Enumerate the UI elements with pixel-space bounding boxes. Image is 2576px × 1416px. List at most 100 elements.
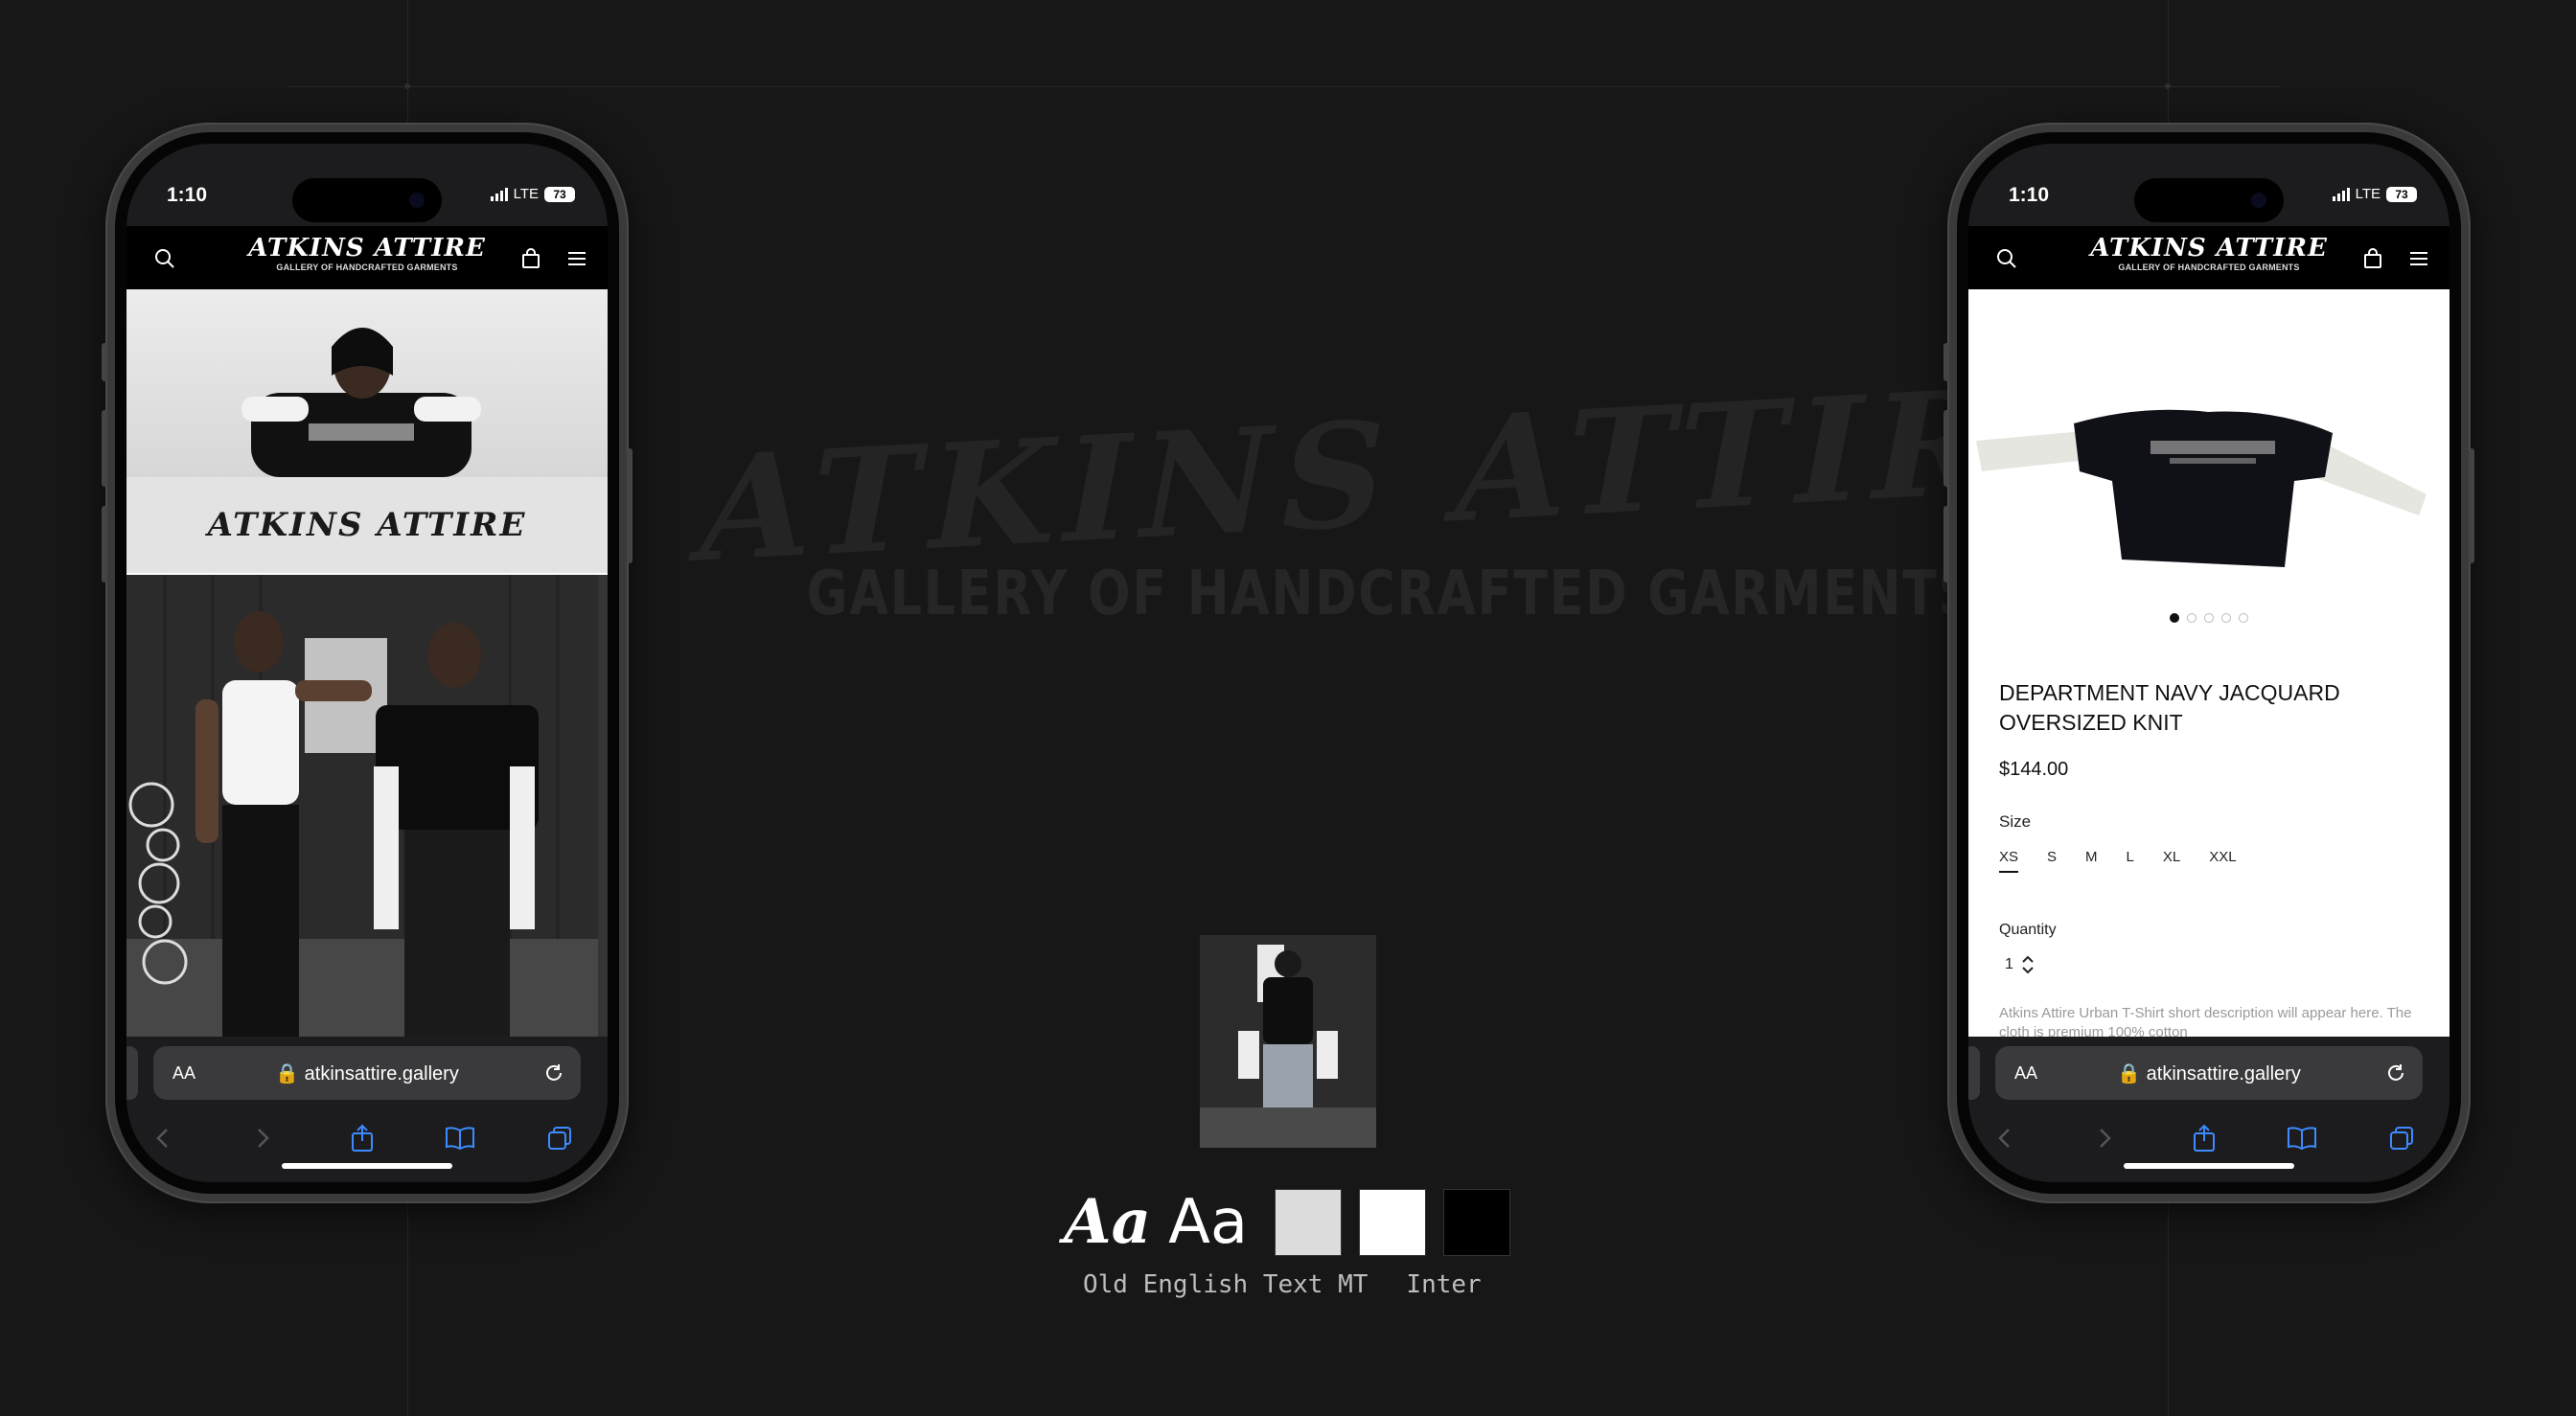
carousel-dot[interactable] (2239, 613, 2248, 623)
back-icon[interactable] (144, 1119, 182, 1157)
status-time: 1:10 (167, 184, 208, 206)
size-option-xxl[interactable]: XXL (2209, 849, 2236, 873)
body-font-name: Inter (1406, 1270, 1482, 1299)
swatch-black (1443, 1189, 1511, 1256)
share-icon[interactable] (343, 1119, 381, 1157)
battery-icon: 73 (2386, 186, 2417, 202)
reload-icon[interactable] (542, 1062, 565, 1085)
site-logo[interactable]: ATKINS ATTIRE GALLERY OF HANDCRAFTED GAR… (2090, 234, 2328, 272)
quantity-label: Quantity (1999, 922, 2057, 938)
url-value: atkinsattire.gallery (2146, 1062, 2301, 1085)
swatch-light-grey (1275, 1189, 1343, 1256)
right-phone: 1:10 LTE 73 ATKINS ATTIRE GALLERY OF HAN… (1944, 123, 2474, 1203)
bookmarks-icon[interactable] (441, 1119, 479, 1157)
menu-icon[interactable] (2405, 245, 2432, 272)
guide-dot (404, 83, 410, 89)
display-font-sample: Aa (1064, 1186, 1152, 1258)
guide-line-top (288, 86, 2281, 87)
search-icon[interactable] (1993, 245, 2020, 272)
lock-icon: 🔒 (275, 1062, 300, 1085)
reader-aa-button[interactable]: AA (2014, 1063, 2037, 1084)
watermark-brand: ATKINS ATTIRE (700, 351, 2122, 595)
dynamic-island (292, 178, 442, 222)
home-indicator (2124, 1163, 2294, 1169)
reload-icon[interactable] (2384, 1062, 2407, 1085)
address-bar[interactable]: AA 🔒 atkinsattire.gallery (1995, 1046, 2423, 1100)
search-icon[interactable] (151, 245, 178, 272)
size-option-m[interactable]: M (2085, 849, 2098, 873)
power-button (627, 448, 632, 563)
network-label: LTE (2355, 186, 2380, 202)
logo-brand: ATKINS ATTIRE (248, 234, 486, 263)
quantity-value: 1 (2005, 956, 2013, 972)
power-button (2469, 448, 2474, 563)
brand-watermark: ATKINS ATTIRE GALLERY OF HANDCRAFTED GAR… (700, 352, 2121, 632)
logo-tagline: GALLERY OF HANDCRAFTED GARMENTS (276, 263, 458, 272)
menu-icon[interactable] (564, 245, 590, 272)
left-phone-screen: 1:10 LTE 73 ATKINS ATTIRE GALLERY OF HAN… (126, 144, 608, 1182)
shopping-bag-icon[interactable] (2359, 245, 2386, 272)
forward-icon[interactable] (2085, 1119, 2124, 1157)
volume-up-button (1944, 410, 1949, 487)
carousel-dot[interactable] (2221, 613, 2231, 623)
product-image[interactable] (1968, 289, 2450, 605)
right-phone-screen: 1:10 LTE 73 ATKINS ATTIRE GALLERY OF HAN… (1968, 144, 2450, 1182)
left-phone: 1:10 LTE 73 ATKINS ATTIRE GALLERY OF HAN… (102, 123, 632, 1203)
url-value: atkinsattire.gallery (304, 1062, 459, 1085)
style-specimen: Aa Aa (1064, 1184, 1511, 1261)
back-icon[interactable] (1986, 1119, 2024, 1157)
reader-aa-button[interactable]: AA (172, 1063, 196, 1084)
homepage-content: ATKINS ATTIRE (126, 289, 608, 1037)
body-font-sample: Aa (1168, 1187, 1249, 1258)
safari-browser-bar: AA 🔒 atkinsattire.gallery (1968, 1037, 2450, 1182)
network-label: LTE (513, 186, 539, 202)
product-page: DEPARTMENT NAVY JACQUARD OVERSIZED KNIT … (1968, 289, 2450, 1037)
swatch-white (1359, 1189, 1427, 1256)
browser-toolbar (126, 1113, 608, 1161)
font-names: Old English Text MT Inter (1083, 1270, 1520, 1299)
url-text: 🔒 atkinsattire.gallery (153, 1062, 581, 1085)
size-option-l[interactable]: L (2127, 849, 2134, 873)
display-font-name: Old English Text MT (1083, 1270, 1368, 1299)
bookmarks-icon[interactable] (2283, 1119, 2321, 1157)
site-logo[interactable]: ATKINS ATTIRE GALLERY OF HANDCRAFTED GAR… (248, 234, 486, 272)
size-option-s[interactable]: S (2047, 849, 2057, 873)
size-options: XS S M L XL XXL (1999, 849, 2237, 873)
watermark-tagline: GALLERY OF HANDCRAFTED GARMENTS (806, 559, 1976, 629)
carousel-dot[interactable] (2170, 613, 2179, 623)
banner-brand-text: ATKINS ATTIRE (207, 506, 527, 544)
carousel-dot[interactable] (2187, 613, 2196, 623)
product-price: $144.00 (1999, 759, 2069, 780)
forward-icon[interactable] (243, 1119, 282, 1157)
lookbook-image[interactable] (126, 575, 608, 1037)
volume-up-button (102, 410, 107, 487)
volume-down-button (1944, 506, 1949, 582)
image-carousel-dots (1968, 613, 2450, 623)
stepper-arrows-icon[interactable] (2021, 954, 2035, 975)
browser-toolbar (1968, 1113, 2450, 1161)
brand-banner: ATKINS ATTIRE (126, 477, 608, 573)
size-option-xs[interactable]: XS (1999, 849, 2019, 873)
logo-tagline: GALLERY OF HANDCRAFTED GARMENTS (2118, 263, 2300, 272)
product-title: DEPARTMENT NAVY JACQUARD OVERSIZED KNIT (1999, 680, 2340, 735)
battery-icon: 73 (544, 186, 575, 202)
share-icon[interactable] (2185, 1119, 2223, 1157)
lock-icon: 🔒 (2117, 1062, 2142, 1085)
dynamic-island (2134, 178, 2284, 222)
shopping-bag-icon[interactable] (518, 245, 544, 272)
tabs-icon[interactable] (540, 1119, 579, 1157)
carousel-dot[interactable] (2204, 613, 2214, 623)
tabs-icon[interactable] (2382, 1119, 2421, 1157)
volume-down-button (102, 506, 107, 582)
hero-image[interactable] (126, 289, 608, 477)
guide-dot (2165, 83, 2171, 89)
size-label: Size (1999, 812, 2032, 831)
site-header: ATKINS ATTIRE GALLERY OF HANDCRAFTED GAR… (126, 226, 608, 289)
quantity-stepper[interactable]: 1 (2005, 954, 2035, 975)
size-option-xl[interactable]: XL (2163, 849, 2180, 873)
home-indicator (282, 1163, 452, 1169)
url-text: 🔒 atkinsattire.gallery (1995, 1062, 2423, 1085)
signal-icon (490, 187, 508, 201)
safari-browser-bar: AA 🔒 atkinsattire.gallery (126, 1037, 608, 1182)
address-bar[interactable]: AA 🔒 atkinsattire.gallery (153, 1046, 581, 1100)
